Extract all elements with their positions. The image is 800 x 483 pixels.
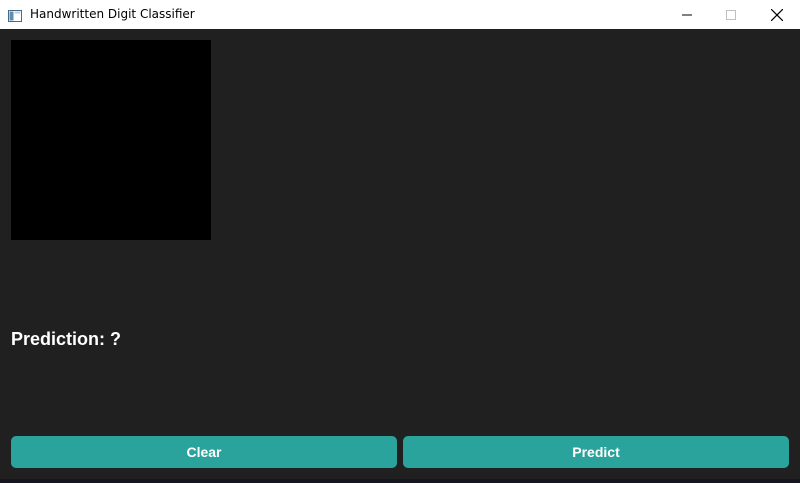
window-bottom-edge	[0, 479, 800, 483]
clear-button[interactable]: Clear	[11, 436, 397, 468]
close-button[interactable]	[754, 0, 800, 29]
minimize-icon	[682, 14, 692, 15]
minimize-button[interactable]	[664, 0, 710, 29]
app-window: Handwritten Digit Classifier Prediction:…	[0, 0, 800, 483]
maximize-button[interactable]	[708, 0, 754, 29]
maximize-icon	[726, 9, 736, 20]
prediction-label: Prediction: ?	[11, 329, 122, 349]
window-title: Handwritten Digit Classifier	[30, 7, 195, 21]
app-window-icon	[8, 7, 22, 22]
drawing-canvas[interactable]	[11, 40, 211, 240]
close-icon	[771, 8, 783, 21]
title-bar: Handwritten Digit Classifier	[0, 0, 800, 29]
predict-button[interactable]: Predict	[403, 436, 789, 468]
